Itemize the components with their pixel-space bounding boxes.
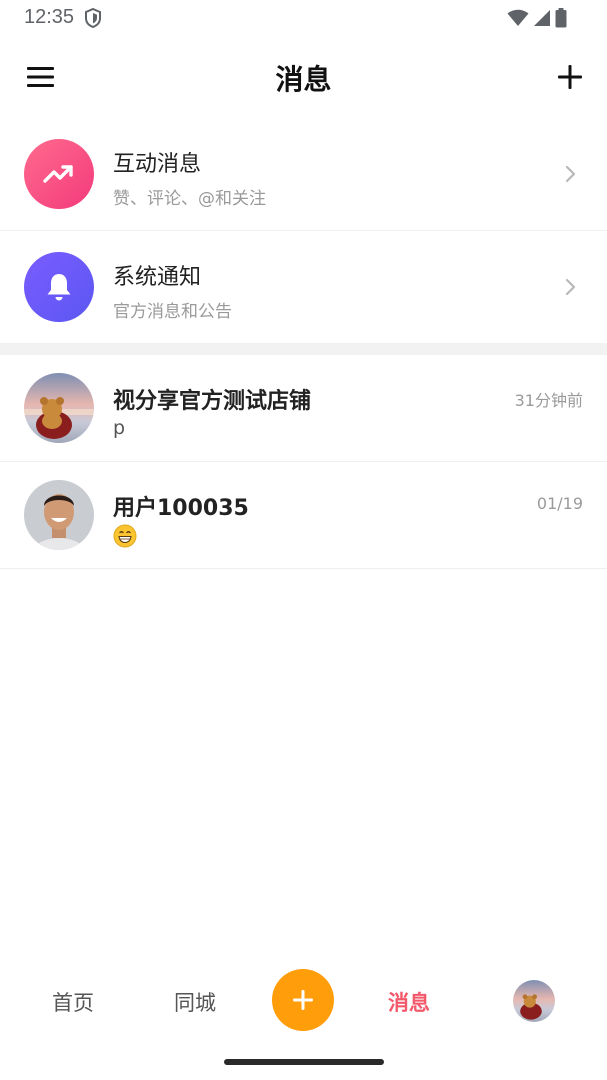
signal-icon	[534, 10, 550, 26]
status-icons	[507, 8, 567, 28]
nav-home[interactable]: 首页	[52, 987, 94, 1017]
trending-up-icon	[43, 165, 73, 183]
chat-time: 01/19	[536, 494, 583, 513]
chat-row[interactable]: 用户100035 01/19	[0, 462, 607, 569]
chat-last-message: p	[113, 417, 126, 439]
section-divider	[0, 343, 607, 355]
system-notifications-row[interactable]: 系统通知 官方消息和公告	[0, 231, 607, 343]
system-title: 系统通知	[113, 265, 202, 290]
profile-avatar[interactable]	[513, 980, 555, 1022]
status-time: 12:35	[24, 6, 75, 28]
interaction-title: 互动消息	[113, 152, 202, 177]
plus-icon	[293, 990, 313, 1010]
messages-screen: 12:35 消息 互动消息 赞、评论、@和关注 系统通知 官方消息和公告 视分享…	[0, 0, 607, 1080]
interaction-avatar	[24, 139, 94, 209]
chat-name: 用户100035	[113, 496, 249, 521]
page-title: 消息	[275, 63, 332, 96]
chat-time: 31分钟前	[514, 391, 583, 410]
system-subtitle: 官方消息和公告	[113, 302, 232, 322]
smiling-man-avatar	[24, 480, 94, 550]
battery-icon	[555, 8, 567, 28]
shield-icon	[85, 8, 101, 28]
home-indicator[interactable]	[224, 1059, 384, 1065]
chat-row[interactable]: 视分享官方测试店铺 p 31分钟前	[0, 355, 607, 462]
grin-emoji-icon	[113, 524, 137, 548]
interaction-subtitle: 赞、评论、@和关注	[113, 189, 266, 209]
bell-icon	[47, 274, 71, 301]
nav-messages[interactable]: 消息	[388, 987, 430, 1017]
nav-city[interactable]: 同城	[174, 987, 216, 1017]
wifi-icon	[507, 9, 529, 26]
app-header: 消息	[0, 36, 607, 120]
interaction-messages-row[interactable]: 互动消息 赞、评论、@和关注	[0, 118, 607, 231]
chat-last-message	[113, 524, 137, 548]
chevron-right-icon	[565, 278, 576, 296]
publish-button[interactable]	[272, 969, 334, 1031]
bottom-nav: 首页 同城 消息	[0, 955, 607, 1047]
plus-icon[interactable]	[557, 64, 583, 90]
status-bar: 12:35	[0, 0, 607, 36]
chevron-right-icon	[565, 165, 576, 183]
system-avatar	[24, 252, 94, 322]
chat-name: 视分享官方测试店铺	[113, 389, 312, 414]
teddy-bear-sunset-avatar	[24, 373, 94, 443]
